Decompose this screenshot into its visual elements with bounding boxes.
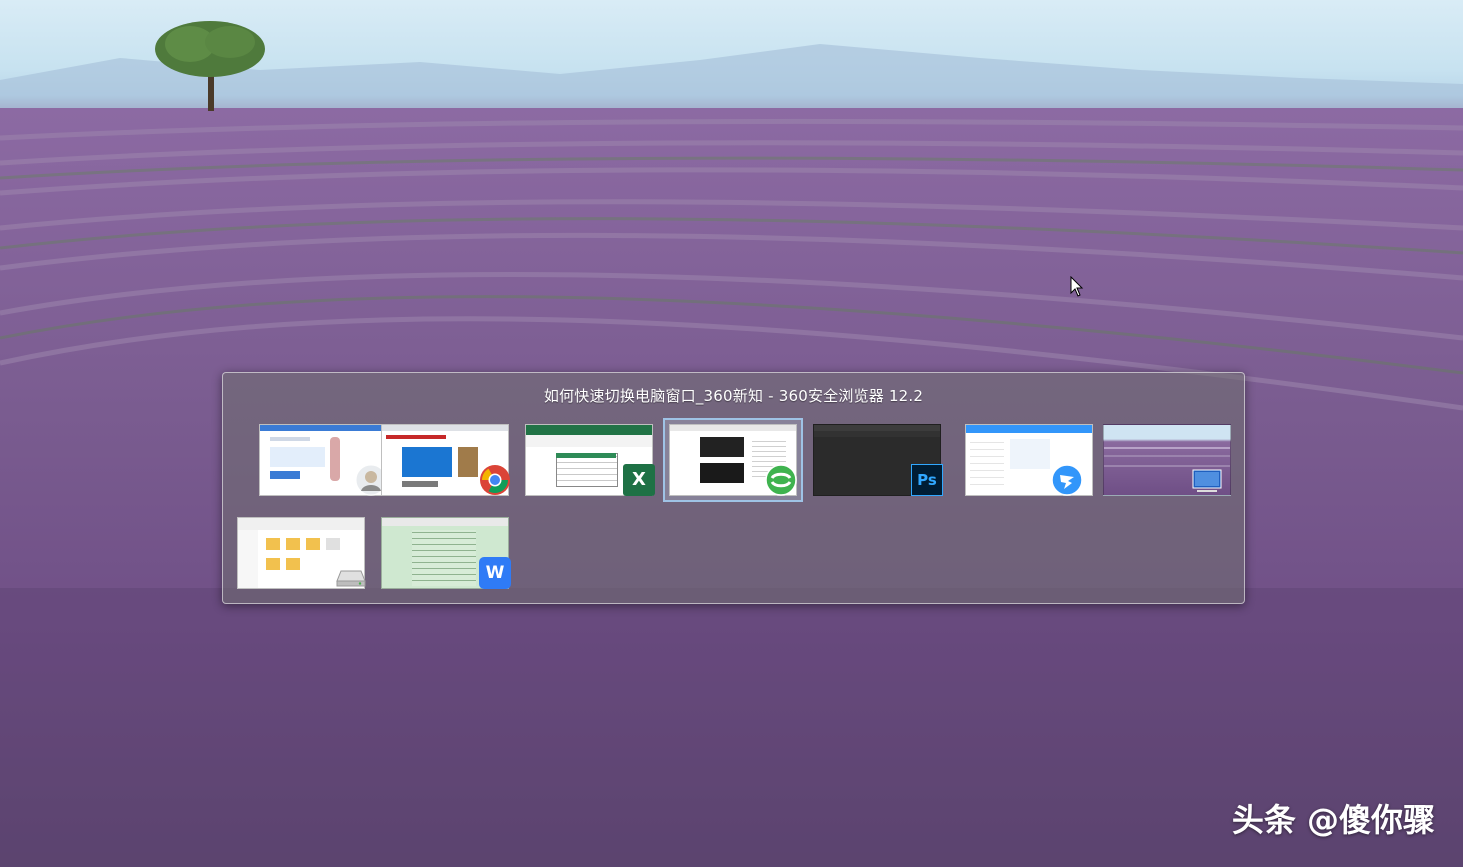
360-browser-icon [765, 464, 797, 496]
desktop-icon [1192, 469, 1222, 492]
excel-icon: X [623, 464, 655, 496]
alt-tab-switcher: 如何快速切换电脑窗口_360新知 - 360安全浏览器 12.2 X Ps W [222, 372, 1245, 604]
mouse-cursor-icon [1070, 276, 1084, 297]
window-title: 如何快速切换电脑窗口_360新知 - 360安全浏览器 12.2 [543, 387, 924, 405]
window-thumbnail-photoshop[interactable]: Ps [813, 424, 943, 496]
window-thumbnail-excel[interactable]: X [525, 424, 655, 496]
window-thumbnail-dingtalk[interactable] [965, 424, 1093, 496]
wps-icon: W [479, 557, 511, 589]
window-thumbnail-wps-writer[interactable]: W [381, 517, 511, 589]
tree [155, 21, 265, 111]
window-thumbnail-360-browser[interactable] [663, 418, 803, 502]
window-thumbnail-desktop[interactable] [1103, 424, 1231, 496]
drive-icon [336, 570, 366, 587]
window-thumbnail-chrome[interactable] [381, 424, 510, 496]
window-thumbnail-qq-video[interactable] [259, 424, 387, 496]
dingtalk-icon [1051, 464, 1083, 496]
chrome-icon [480, 465, 510, 495]
watermark: 头条 @傻你骤 [1231, 801, 1435, 839]
window-thumbnail-file-explorer[interactable] [237, 517, 366, 589]
photoshop-icon: Ps [911, 464, 943, 496]
